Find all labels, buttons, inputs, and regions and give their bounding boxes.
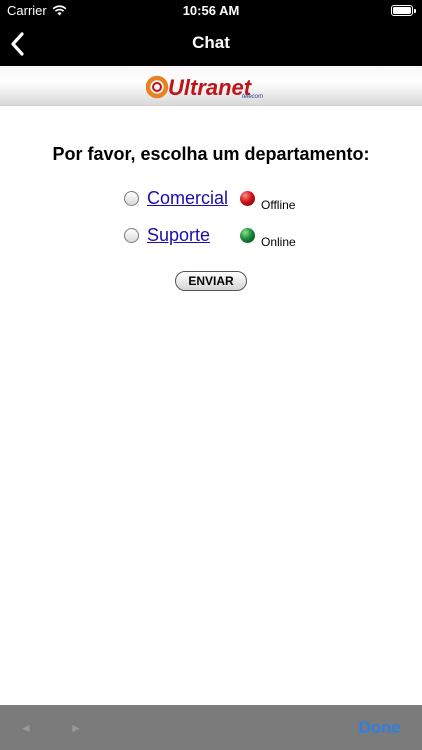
done-button[interactable]: Done	[359, 718, 402, 738]
status-label-suporte: Online	[261, 235, 296, 249]
status-indicator-icon	[240, 228, 255, 243]
link-comercial[interactable]: Comercial	[147, 188, 228, 209]
triangle-right-icon[interactable]: ►	[70, 721, 82, 735]
status-label-comercial: Offline	[261, 198, 296, 212]
nav-title: Chat	[192, 33, 230, 52]
ultranet-logo: Ultranet telecom	[146, 75, 263, 100]
battery-fill	[393, 7, 411, 14]
department-prompt: Por favor, escolha um departamento:	[52, 144, 370, 164]
radio-comercial[interactable]	[124, 191, 139, 206]
status-indicator-icon	[240, 191, 255, 206]
radio-suporte[interactable]	[124, 228, 139, 243]
status-time: 10:56 AM	[182, 3, 240, 18]
logo-text: Ultranet	[168, 75, 253, 100]
navigation-bar: Chat	[0, 22, 422, 66]
link-suporte[interactable]: Suporte	[147, 225, 210, 246]
chat-screen: Carrier 10:56 AM Chat Ultranet telecom P…	[0, 0, 422, 750]
bottom-toolbar: ◄ ► Done	[0, 705, 422, 750]
department-form: Por favor, escolha um departamento: Come…	[0, 106, 422, 705]
status-bar: Carrier 10:56 AM	[0, 0, 422, 22]
triangle-left-icon[interactable]: ◄	[20, 721, 32, 735]
banner: Ultranet telecom	[0, 66, 422, 106]
send-button[interactable]: ENVIAR	[175, 271, 247, 291]
battery-tip	[414, 9, 416, 13]
battery-icon	[391, 5, 416, 16]
logo-subtext: telecom	[242, 94, 263, 100]
